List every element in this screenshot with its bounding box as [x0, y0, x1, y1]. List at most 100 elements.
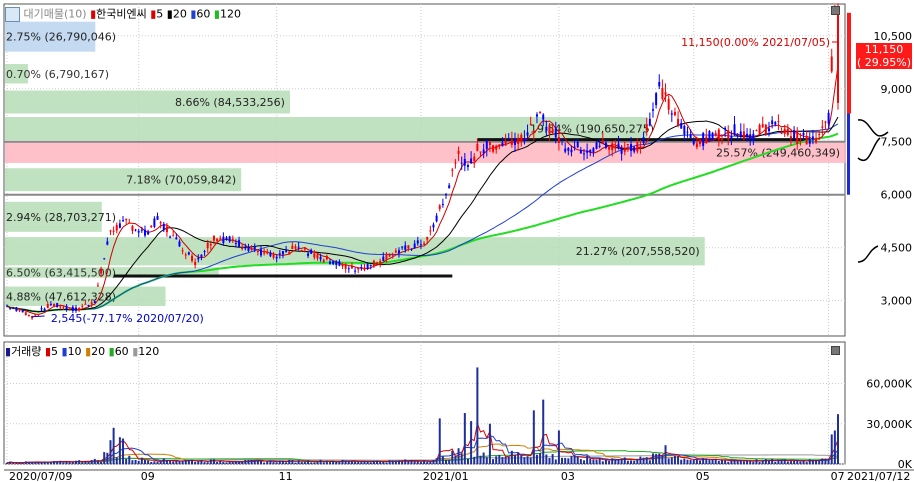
volume-bar	[194, 461, 197, 464]
legend-vol-ma10[interactable]: 10	[68, 345, 82, 358]
volume-bar	[388, 460, 391, 464]
price-legend: 대기매물(10) ▮한국비엔씨 ▮5 ▮20 ▮60 ▮120	[5, 7, 241, 22]
volume-bar	[582, 460, 585, 464]
legend-vol-ma5[interactable]: 5	[51, 345, 58, 358]
volume-bar	[564, 457, 567, 464]
candle-body	[78, 308, 81, 310]
candle-body	[815, 138, 818, 143]
volume-bar	[604, 459, 607, 464]
candle-body	[636, 142, 639, 152]
candle-body	[532, 130, 535, 133]
chart-settings-icon[interactable]	[5, 7, 20, 22]
candle-body	[84, 303, 87, 305]
volume-bar	[768, 460, 771, 464]
volume-profile-label: 7.18% (70,059,842)	[126, 174, 236, 187]
candle-body	[708, 130, 711, 141]
price-tick-label: 9,000	[881, 83, 913, 96]
volume-panel-button[interactable]	[831, 346, 840, 355]
volume-bar	[347, 461, 350, 464]
legend-volume-profile[interactable]: 대기매물(10)	[24, 8, 87, 21]
legend-ma120[interactable]: 120	[220, 8, 241, 21]
candle-body	[617, 143, 620, 149]
volume-bar	[404, 459, 407, 464]
candle-body	[789, 136, 792, 139]
candle-body	[401, 246, 404, 248]
candle-body	[592, 148, 595, 153]
volume-bar	[40, 462, 43, 464]
volume-bar	[385, 462, 388, 464]
volume-bar	[504, 456, 507, 464]
legend-ma60[interactable]: 60	[196, 8, 210, 21]
volume-bar	[448, 459, 451, 464]
legend-stock-name[interactable]: 한국비엔씨	[96, 8, 147, 21]
candle-body	[147, 231, 150, 235]
volume-bar	[206, 462, 209, 464]
volume-bar	[275, 462, 278, 464]
volume-bar	[81, 462, 84, 464]
volume-bar	[9, 461, 12, 464]
volume-bar	[777, 459, 780, 464]
candle-body	[27, 314, 30, 317]
volume-bar	[294, 462, 297, 464]
current-change-pct: ( 29.95%)	[856, 56, 912, 69]
candle-body	[733, 124, 736, 134]
volume-bar	[241, 461, 244, 464]
volume-bar	[209, 459, 212, 464]
legend-ma5[interactable]: 5	[156, 8, 163, 21]
candle-body	[435, 215, 438, 222]
legend-vol-ma120[interactable]: 120	[138, 345, 159, 358]
volume-bar	[670, 457, 673, 464]
candle-body	[567, 148, 570, 151]
candle-body	[159, 222, 162, 224]
candle-body	[557, 136, 560, 143]
candle-body	[228, 236, 231, 242]
candle-body	[200, 254, 203, 257]
legend-volume[interactable]: 거래량	[11, 345, 41, 358]
candle-body	[564, 148, 567, 152]
candle-body	[216, 238, 219, 241]
volume-bar	[68, 462, 71, 464]
candle-body	[611, 143, 614, 151]
candle-body	[655, 93, 658, 106]
candle-body	[238, 240, 241, 247]
volume-bar	[59, 460, 62, 464]
candle-body	[319, 256, 322, 260]
candle-body	[68, 308, 71, 310]
trend-curve	[857, 137, 881, 162]
volume-bar	[244, 459, 247, 464]
volume-bar	[570, 455, 573, 464]
candle-body	[37, 314, 40, 316]
volume-bar	[479, 455, 482, 464]
volume-bar	[27, 462, 30, 464]
candle-body	[702, 132, 705, 147]
candle-body	[376, 262, 379, 264]
volume-bar	[473, 456, 476, 464]
volume-bar	[708, 460, 711, 464]
candle-body	[711, 132, 714, 140]
volume-bar	[250, 459, 253, 464]
volume-bar	[300, 462, 303, 464]
volume-bar	[539, 453, 542, 464]
legend-ma20[interactable]: 20	[173, 8, 187, 21]
legend-vol-ma60[interactable]: 60	[115, 345, 129, 358]
candle-body	[667, 99, 670, 110]
current-price-tag: 11,150 ( 29.95%)	[856, 43, 912, 69]
candle-body	[394, 250, 397, 253]
candle-body	[6, 305, 8, 307]
candle-body	[112, 230, 115, 232]
volume-bar	[561, 457, 564, 464]
price-tick-label: 7,500	[881, 136, 913, 149]
volume-profile-label: 0.70% (6,790,167)	[6, 68, 109, 81]
volume-bar	[614, 459, 617, 464]
candle-body	[573, 146, 576, 148]
candle-body	[771, 120, 774, 125]
candle-body	[291, 245, 294, 250]
price-panel-button[interactable]	[831, 6, 840, 15]
candle-body	[165, 226, 168, 233]
volume-bar	[285, 462, 288, 464]
legend-vol-ma20[interactable]: 20	[91, 345, 105, 358]
volume-bar	[793, 460, 796, 464]
volume-bar	[686, 459, 689, 464]
volume-bar	[335, 461, 338, 464]
volume-bar	[360, 461, 363, 464]
